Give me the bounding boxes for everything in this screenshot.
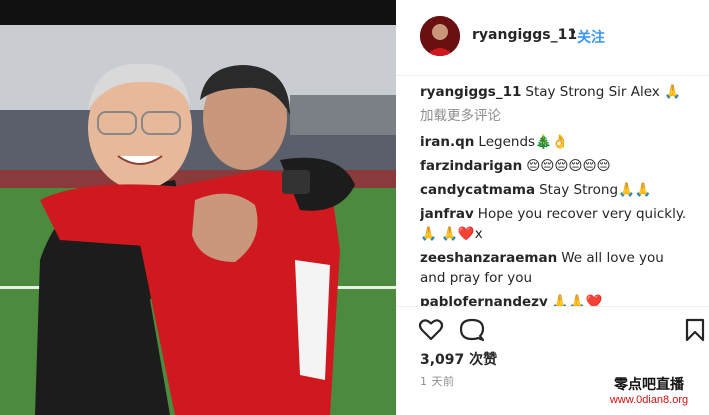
post-timestamp[interactable]: 1 天前 [420, 373, 455, 389]
watermark-title: 零点吧直播 [614, 377, 684, 393]
comment-username[interactable]: farzindarigan [420, 158, 522, 174]
post-photo [0, 0, 396, 415]
post-header: ryangiggs_11 • 关注 [396, 0, 709, 76]
comment-username[interactable]: pablofernandezy [420, 294, 548, 306]
watermark-url: www.0dian8.org [609, 394, 689, 406]
photo-illustration [0, 0, 396, 415]
post-panel: ryangiggs_11 • 关注 ryangiggs_11 Stay Stron… [396, 0, 709, 415]
comment-text: 🙏🙏❤️ [551, 294, 603, 306]
bookmark-icon[interactable] [682, 317, 708, 343]
heart-outline-icon[interactable] [418, 317, 444, 343]
comment-bubble-icon[interactable] [459, 317, 485, 343]
comment-username[interactable]: candycatmama [420, 182, 535, 198]
avatar-image [420, 16, 460, 56]
comment-text: Legends🎄👌 [478, 134, 569, 150]
comment-username[interactable]: zeeshanzaraeman [420, 250, 557, 266]
watermark: 零点吧直播 www.0dian8.org [593, 374, 705, 412]
comment-row: janfrav Hope you recover very quickly. 🙏 … [420, 204, 690, 244]
comment-username[interactable]: iran.qn [420, 134, 474, 150]
comment-username[interactable]: janfrav [420, 206, 474, 222]
comments-list: ryangiggs_11 Stay Strong Sir Alex 🙏 加载更多评… [420, 82, 690, 306]
load-more-comments-link[interactable]: 加载更多评论 [420, 106, 690, 126]
follow-button[interactable]: 关注 [577, 27, 605, 47]
comment-row: farzindarigan 😔😔😔😔😔😔 [420, 156, 690, 176]
comment-row: zeeshanzaraeman We all love you and pray … [420, 248, 690, 288]
comment-row: candycatmama Stay Strong🙏🙏 [420, 180, 690, 200]
comment-text: Stay Strong Sir Alex 🙏 [525, 84, 681, 100]
comment-row: iran.qn Legends🎄👌 [420, 132, 690, 152]
comment-text: 😔😔😔😔😔😔 [526, 158, 611, 174]
like-count[interactable]: 3,097 次赞 [420, 349, 497, 369]
caption-row: ryangiggs_11 Stay Strong Sir Alex 🙏 [420, 82, 690, 102]
post-username[interactable]: ryangiggs_11 [472, 27, 577, 43]
comment-row: pablofernandezy 🙏🙏❤️ [420, 292, 690, 306]
comment-text: Stay Strong🙏🙏 [539, 182, 652, 198]
action-bar [396, 306, 709, 351]
comment-username[interactable]: ryangiggs_11 [420, 84, 521, 100]
avatar[interactable] [420, 16, 460, 56]
